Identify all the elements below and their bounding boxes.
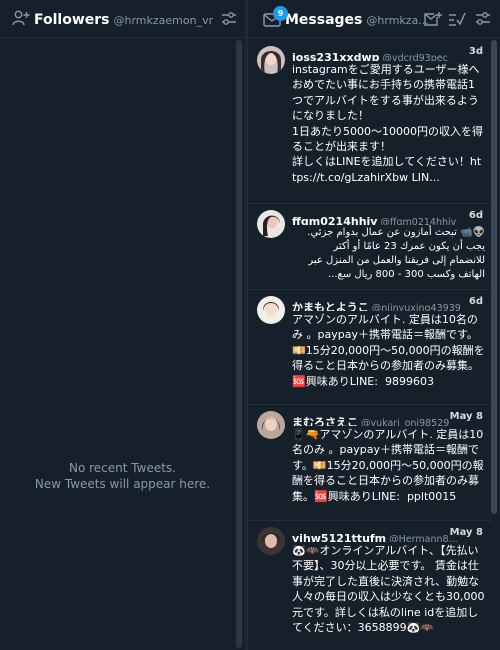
message-text: 👽📹 تبحث أمازون عن عمال بدوام جزئي. يجب أ… — [307, 227, 485, 280]
sender-name[interactable]: かまもとようこ — [292, 301, 369, 311]
message-list: joss231xxdwp @vdcrd93pec 3d instagramをご愛用… — [248, 40, 491, 650]
list-item[interactable]: まむろさえこ @yukari_oni98529 May 8 📱🔫アマゾンのアルバイ… — [248, 405, 491, 521]
new-message-icon[interactable] — [424, 11, 442, 31]
message-header: ffgm0214hhjv @ffgm0214hhjv 6d — [292, 210, 485, 225]
column-title: Messages — [285, 12, 363, 28]
message-header: vjhw5121ttufm @Hermann8... May 8 — [292, 527, 485, 542]
column-title: Followers — [34, 12, 110, 28]
avatar[interactable] — [257, 411, 285, 439]
check-list-icon[interactable] — [448, 11, 466, 31]
sender-handle[interactable]: @Hermann8... — [389, 534, 457, 542]
sender-name[interactable]: ffgm0214hhjv — [292, 215, 377, 225]
avatar[interactable] — [257, 46, 285, 74]
message-header: かまもとようこ @njjnyuxing43939 6d — [292, 296, 485, 311]
sender-handle[interactable]: @ffgm0214hhjv — [380, 217, 456, 225]
sender-name[interactable]: joss231xxdwp — [292, 51, 379, 61]
message-text: instagramをご愛用するユーザー様へ おめでたい事にお手持ちの携帯電話1つ… — [292, 63, 483, 184]
column-handle: @hrmkza... — [366, 14, 429, 27]
sender-handle[interactable]: @njjnyuxing43939 — [372, 303, 461, 311]
sender-name[interactable]: vjhw5121ttufm — [292, 532, 386, 542]
sliders-icon[interactable] — [221, 11, 237, 31]
empty-state: No recent Tweets. New Tweets will appear… — [0, 460, 245, 492]
avatar[interactable] — [257, 527, 285, 555]
timestamp: May 8 — [449, 411, 483, 422]
timestamp: 6d — [468, 210, 483, 221]
followers-title: Followers @hrmkzaemon_vr — [34, 12, 213, 28]
message-header: joss231xxdwp @vdcrd93pec 3d — [292, 46, 485, 61]
timestamp: 6d — [468, 296, 483, 307]
empty-state-subtitle: New Tweets will appear here. — [34, 477, 211, 491]
unread-badge: 9 — [273, 6, 288, 21]
timestamp: May 8 — [449, 527, 483, 538]
messages-scrollbar[interactable] — [491, 40, 497, 514]
sliders-icon[interactable] — [475, 11, 491, 31]
sender-name[interactable]: まむろさえこ — [292, 416, 358, 426]
list-item[interactable]: ffgm0214hhjv @ffgm0214hhjv 6d 👽📹 تبحث أما… — [248, 204, 491, 290]
list-item[interactable]: joss231xxdwp @vdcrd93pec 3d instagramをご愛用… — [248, 40, 491, 204]
person-add-icon — [12, 10, 30, 30]
followers-column: 5 Followers@hrmkzaemon_vr No recent Twee… — [0, 0, 246, 650]
timestamp: 3d — [468, 46, 483, 57]
avatar[interactable] — [257, 296, 285, 324]
message-text: アマゾンのアルバイト. 定員は10名のみ 。paypay＋携帯電話＝報酬です。💴… — [292, 313, 485, 388]
message-text: 📱🔫アマゾンのアルバイト. 定員は10名のみ 。paypay＋携帯電話＝報酬です… — [292, 428, 484, 503]
list-item[interactable]: かまもとようこ @njjnyuxing43939 6d アマゾンのアルバイト. 定… — [248, 290, 491, 405]
column-handle: @hrmkzaemon_vr — [113, 14, 214, 27]
list-item[interactable]: vjhw5121ttufm @Hermann8... May 8 🐼🦇オンラインア… — [248, 521, 491, 650]
messages-column: 6 Messages@hrmkza... — [247, 0, 500, 650]
followers-column-header[interactable]: Followers @hrmkzaemon_vr — [0, 0, 245, 38]
sender-handle[interactable]: @yukari_oni98529 — [361, 418, 449, 426]
empty-state-title: No recent Tweets. — [69, 461, 176, 475]
message-text: 🐼🦇オンラインアルバイト、【先払い不要】、30分以上必要です。 賃金は仕事が完了… — [292, 544, 485, 635]
sender-handle[interactable]: @vdcrd93pec — [382, 53, 447, 61]
avatar[interactable] — [257, 210, 285, 238]
followers-scrollbar[interactable] — [236, 40, 242, 648]
messages-title: Messages @hrmkza... — [285, 12, 429, 28]
message-header: まむろさえこ @yukari_oni98529 May 8 — [292, 411, 485, 426]
messages-column-header[interactable]: Messages @hrmkza... — [248, 0, 500, 38]
